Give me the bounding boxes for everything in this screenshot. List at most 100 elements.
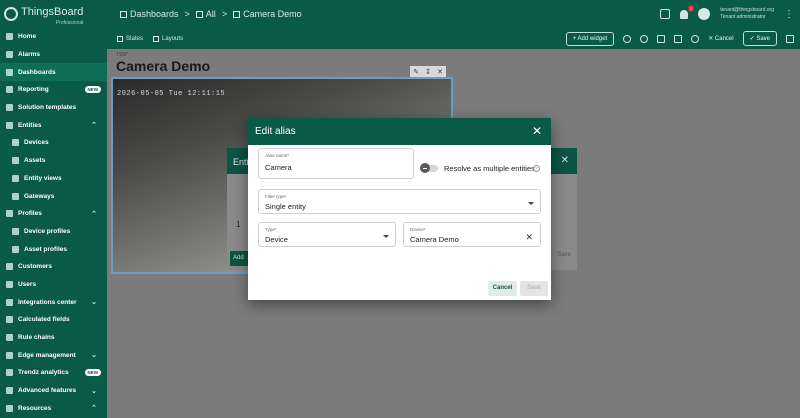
sidebar-item-solution-templates[interactable]: Solution templates: [0, 99, 107, 117]
close-icon[interactable]: ✕: [561, 155, 569, 166]
notification-badge: 2: [688, 4, 695, 12]
states-button[interactable]: States: [117, 35, 144, 42]
sidebar-item-calculated-fields[interactable]: Calculated fields: [0, 311, 107, 329]
save-button[interactable]: ✓ Save: [742, 31, 777, 46]
filter-type-select[interactable]: Filter type* Single entity: [258, 189, 541, 214]
edge-icon: [6, 351, 13, 359]
sidebar-item-trendz-analytics[interactable]: Trendz analytics NEW: [0, 364, 107, 382]
widget-actions: ✎ ↧ ✕: [410, 66, 446, 77]
sidebar-item-label: Resources: [18, 404, 52, 412]
cancel-button[interactable]: Cancel: [488, 281, 517, 296]
save-label: Save: [756, 36, 770, 42]
user-role: Tenant administrator: [720, 14, 766, 20]
cancel-button[interactable]: ✕ Cancel: [708, 35, 733, 42]
dropdown-arrow-icon: [383, 235, 389, 238]
sidebar: Home Alarms Dashboards Reporting NEW Solu…: [0, 28, 107, 418]
new-badge: NEW: [84, 86, 101, 94]
entity-views-icon: [12, 174, 19, 182]
more-vert-icon[interactable]: ⋮: [784, 9, 794, 20]
dialog-title: Edit alias: [255, 126, 296, 137]
filters-icon[interactable]: [674, 34, 683, 43]
timewindow-icon[interactable]: [623, 34, 632, 43]
add-widget-label: Add widget: [577, 35, 608, 42]
edit-icon[interactable]: ✎: [413, 68, 419, 76]
avatar[interactable]: [698, 8, 711, 20]
dropdown-arrow-icon: [528, 202, 534, 205]
resources-icon: [6, 404, 13, 412]
download-icon[interactable]: ↧: [425, 68, 431, 76]
sidebar-item-edge-management[interactable]: Edge management ⌄: [0, 346, 107, 364]
sidebar-item-label: Calculated fields: [18, 316, 70, 324]
sidebar-item-label: Users: [18, 280, 37, 288]
breadcrumb-all[interactable]: All: [206, 9, 216, 19]
aliases-icon[interactable]: [657, 34, 666, 43]
sidebar-item-label: Devices: [24, 139, 49, 147]
users-icon: [6, 280, 13, 288]
states-label: States: [126, 35, 144, 42]
sidebar-item-resources[interactable]: Resources ⌃: [0, 399, 107, 417]
sidebar-item-alarms[interactable]: Alarms: [0, 46, 107, 64]
logo[interactable]: ThingsBoard Professional: [0, 2, 110, 26]
sidebar-item-advanced-features[interactable]: Advanced features ⌄: [0, 382, 107, 400]
filter-type-value: Single entity: [265, 202, 306, 211]
sidebar-item-gateways[interactable]: Gateways: [0, 187, 107, 205]
sidebar-item-label: Reporting: [18, 86, 49, 94]
sidebar-item-profiles[interactable]: Profiles ⌃: [0, 205, 107, 223]
customers-icon: [6, 263, 13, 271]
layouts-button[interactable]: Layouts: [153, 35, 183, 42]
save-button[interactable]: Save: [520, 281, 548, 296]
dashboard-icon: [233, 10, 241, 18]
device-profiles-icon: [12, 227, 19, 235]
help-icon[interactable]: ?: [533, 165, 540, 172]
device-autocomplete[interactable]: Device* Camera Demo ✕: [403, 222, 541, 247]
dashboard-toolbar: States Layouts + Add widget ✕ Cancel ✓ S…: [107, 28, 800, 49]
sidebar-item-rule-chains[interactable]: Rule chains: [0, 329, 107, 347]
logo-sub: Professional: [55, 20, 84, 26]
chevron-down-icon: ⌄: [91, 299, 97, 307]
breadcrumb-separator: >: [221, 9, 228, 19]
sidebar-item-label: Trendz analytics: [18, 369, 69, 377]
close-icon[interactable]: ✕: [437, 68, 443, 76]
clear-icon[interactable]: ✕: [525, 232, 533, 243]
solution-templates-icon: [6, 104, 13, 112]
sidebar-item-reporting[interactable]: Reporting NEW: [0, 81, 107, 99]
sidebar-item-customers[interactable]: Customers: [0, 258, 107, 276]
alarm-icon: [6, 51, 13, 59]
trendz-icon: [6, 369, 13, 377]
profiles-icon: [6, 210, 13, 218]
sidebar-item-assets[interactable]: Assets: [0, 152, 107, 170]
sidebar-item-label: Customers: [18, 263, 52, 271]
sidebar-item-integrations-center[interactable]: Integrations center ⌄: [0, 293, 107, 311]
page-title: Camera Demo: [116, 58, 211, 74]
fullscreen-icon[interactable]: [660, 9, 671, 19]
sidebar-item-devices[interactable]: Devices: [0, 134, 107, 152]
sidebar-item-home[interactable]: Home: [0, 28, 107, 46]
history-icon[interactable]: [691, 34, 700, 43]
sidebar-item-label: Home: [18, 33, 37, 41]
type-select[interactable]: Type* Device: [258, 222, 396, 247]
user-info[interactable]: tenant@thingsboard.org Tenant administra…: [720, 7, 774, 21]
sidebar-item-users[interactable]: Users: [0, 276, 107, 294]
alias-name-field[interactable]: Alias name* Camera: [258, 148, 414, 179]
resolve-multiple-toggle[interactable]: [420, 163, 438, 173]
settings-icon[interactable]: [640, 34, 649, 43]
close-icon[interactable]: ✕: [532, 124, 542, 138]
sidebar-item-entities[interactable]: Entities ⌃: [0, 116, 107, 134]
edit-alias-dialog: Edit alias ✕ Alias name* Camera Resolve …: [248, 118, 551, 300]
sidebar-item-device-profiles[interactable]: Device profiles: [0, 223, 107, 241]
dialog-header: Edit alias ✕: [248, 118, 551, 145]
chevron-down-icon: ⌄: [91, 352, 97, 360]
sidebar-item-dashboards[interactable]: Dashboards: [0, 63, 107, 82]
breadcrumb-separator: >: [184, 9, 190, 19]
sidebar-item-label: Solution templates: [18, 104, 77, 112]
sidebar-item-entity-views[interactable]: Entity views: [0, 170, 107, 188]
breadcrumb-dashboards[interactable]: Dashboards: [130, 9, 179, 19]
fullscreen-icon[interactable]: [786, 34, 794, 43]
notifications-icon[interactable]: 2: [680, 4, 695, 19]
dialog-save-button[interactable]: Save: [557, 252, 571, 258]
breadcrumb: Dashboards > All > Camera Demo: [120, 9, 302, 19]
sidebar-item-asset-profiles[interactable]: Asset profiles: [0, 240, 107, 258]
dashboards-icon: [6, 68, 13, 76]
home-icon: [6, 33, 13, 41]
add-widget-button[interactable]: + Add widget: [565, 31, 615, 46]
